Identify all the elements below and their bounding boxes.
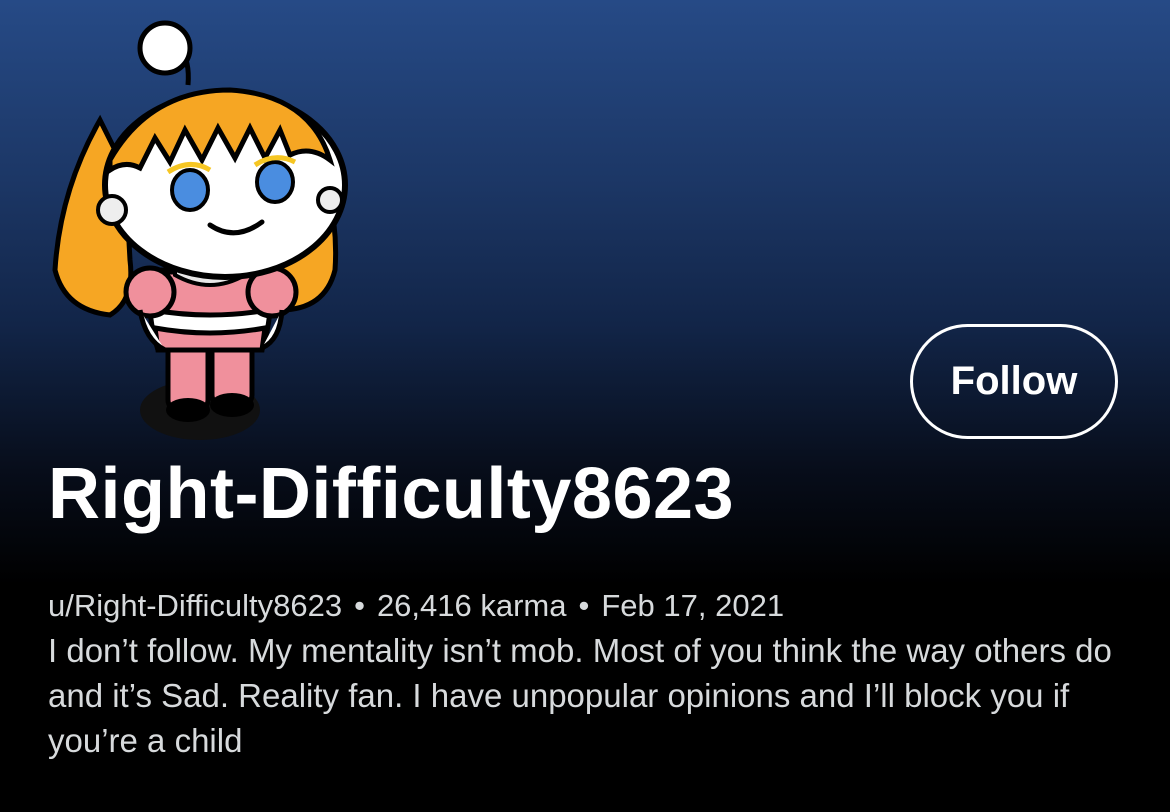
cake-day: Feb 17, 2021: [601, 588, 785, 623]
follow-button[interactable]: Follow: [910, 324, 1118, 439]
snoo-avatar-icon: [52, 20, 348, 440]
profile-meta: u/Right-Difficulty8623 • 26,416 karma • Feb …: [48, 584, 784, 628]
display-name: Right-Difficulty8623: [48, 454, 735, 534]
avatar[interactable]: [40, 10, 360, 450]
karma-count: 26,416 karma: [376, 588, 567, 623]
profile-bio: I don’t follow. My mentality isn’t mob. …: [48, 632, 1112, 759]
username-link[interactable]: u/Right-Difficulty8623: [48, 588, 342, 623]
separator-dot: •: [354, 588, 365, 623]
separator-dot: •: [578, 588, 590, 623]
